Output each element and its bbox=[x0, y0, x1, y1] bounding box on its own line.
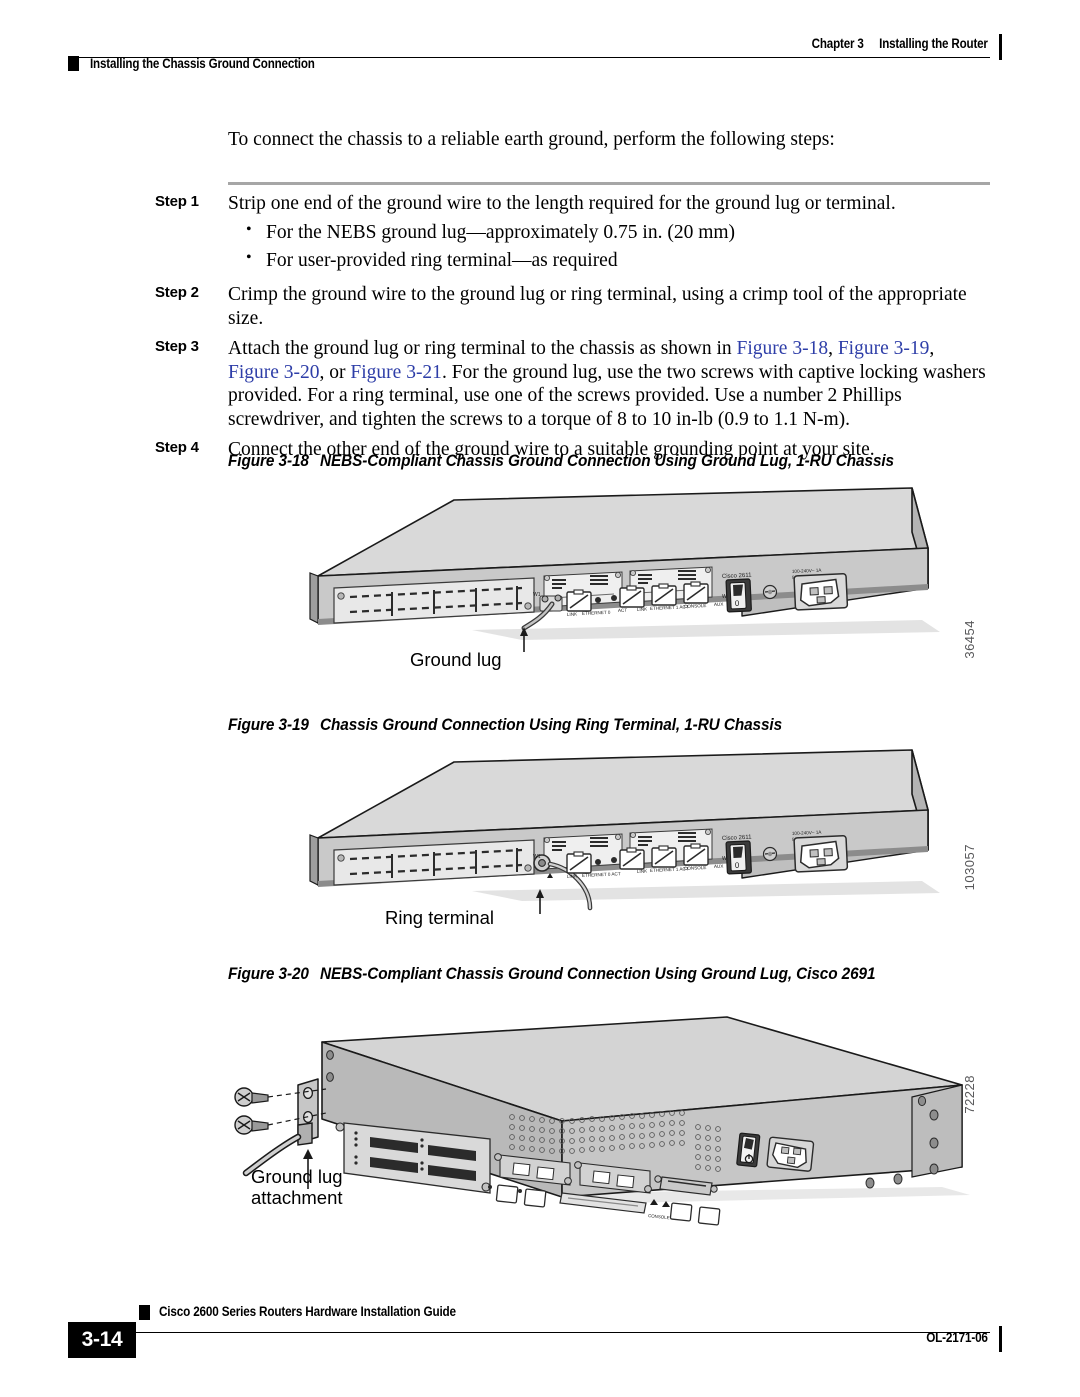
step-item: Step 1 Strip one end of the ground wire … bbox=[0, 192, 1080, 277]
figure-art-number: 72228 bbox=[962, 1075, 977, 1114]
figure-caption: Figure 3-18 NEBS-Compliant Chassis Ground… bbox=[228, 452, 894, 471]
header-change-bar bbox=[999, 34, 1002, 60]
figure-caption: Figure 3-20 NEBS-Compliant Chassis Ground… bbox=[228, 965, 876, 984]
cross-reference-figure-3-20[interactable]: Figure 3-20 bbox=[228, 362, 320, 383]
cross-reference-figure-3-18[interactable]: Figure 3-18 bbox=[737, 338, 829, 359]
step-label: Step 3 bbox=[155, 337, 199, 355]
footer-divider bbox=[68, 1332, 990, 1333]
figure-artwork-1ru-ground-lug: LINK ETHERNET 0 ACT LINK ETHERNET 1 ACT … bbox=[222, 480, 942, 670]
figure-number: Figure 3-19 bbox=[228, 716, 309, 734]
figure-title: NEBS-Compliant Chassis Ground Connection… bbox=[320, 965, 876, 983]
svg-text:LINK: LINK bbox=[567, 873, 578, 879]
intro-paragraph: To connect the chassis to a reliable ear… bbox=[228, 129, 835, 150]
figure-number: Figure 3-20 bbox=[228, 965, 309, 983]
svg-text:ETHERNET 0 ACT: ETHERNET 0 ACT bbox=[582, 871, 621, 878]
steps-divider bbox=[228, 182, 990, 185]
square-bullet-icon bbox=[139, 1305, 150, 1320]
footer-document-title: Cisco 2600 Series Routers Hardware Insta… bbox=[159, 1304, 456, 1319]
port-label-act: ACT bbox=[618, 608, 628, 613]
square-bullet-icon bbox=[68, 56, 79, 71]
slot-label-w1: W1 bbox=[533, 592, 541, 598]
port-label-console: CONSOLE bbox=[684, 603, 707, 609]
port-label-ethernet-0: ETHERNET 0 bbox=[582, 610, 611, 616]
step-text-segment: , or bbox=[319, 361, 351, 383]
header-section: Installing the Chassis Ground Connection bbox=[68, 56, 351, 71]
header-chapter-title: Installing the Router bbox=[879, 36, 988, 51]
port-label-link-2: LINK bbox=[637, 606, 648, 612]
callout-line-1: Ground lug bbox=[251, 1166, 343, 1187]
figure-3-20: Figure 3-20 NEBS-Compliant Chassis Ground… bbox=[0, 965, 1080, 1255]
step-text: Crimp the ground wire to the ground lug … bbox=[228, 284, 967, 330]
figure-art-number: 36454 bbox=[962, 620, 977, 659]
svg-text:AUX: AUX bbox=[714, 864, 724, 869]
step-text: Strip one end of the ground wire to the … bbox=[228, 193, 896, 214]
cross-reference-figure-3-19[interactable]: Figure 3-19 bbox=[838, 338, 930, 359]
header-section-title: Installing the Chassis Ground Connection bbox=[90, 56, 315, 71]
step-text-segment: , bbox=[929, 337, 935, 359]
callout-line-2: attachment bbox=[251, 1186, 343, 1208]
figure-callout-ground-lug: Ground lug bbox=[410, 649, 502, 670]
header-chapter-number: Chapter 3 bbox=[811, 36, 864, 51]
figure-callout-ring-terminal: Ring terminal bbox=[385, 907, 494, 928]
port-label-link: LINK bbox=[567, 611, 578, 617]
figure-number: Figure 3-18 bbox=[228, 452, 309, 470]
step-content: Attach the ground lug or ring terminal t… bbox=[228, 337, 990, 432]
figure-title: Chassis Ground Connection Using Ring Ter… bbox=[320, 716, 783, 734]
step-label: Step 1 bbox=[155, 193, 199, 210]
port-label-aux: AUX bbox=[714, 602, 724, 607]
step-item: Step 2 Crimp the ground wire to the grou… bbox=[0, 283, 1080, 331]
page-footer: 3-14 Cisco 2600 Series Routers Hardware … bbox=[0, 1300, 1080, 1397]
bullet-item: For user-provided ring terminal—as requi… bbox=[228, 247, 990, 274]
bullet-item: For the NEBS ground lug—approximately 0.… bbox=[228, 219, 990, 246]
figure-3-19: Figure 3-19 Chassis Ground Connection Usi… bbox=[0, 716, 1080, 956]
figure-callout-ground-lug-attachment: Ground lug attachment bbox=[251, 1166, 343, 1208]
step-content: Strip one end of the ground wire to the … bbox=[228, 192, 990, 277]
step-bullet-list: For the NEBS ground lug—approximately 0.… bbox=[228, 219, 990, 274]
step-label: Step 2 bbox=[155, 284, 199, 302]
steps-list: Step 1 Strip one end of the ground wire … bbox=[0, 192, 1080, 468]
header-chapter-info: Chapter 3 Installing the Router bbox=[812, 36, 988, 51]
svg-text:CONSOLE: CONSOLE bbox=[684, 865, 707, 871]
step-content: Crimp the ground wire to the ground lug … bbox=[228, 283, 990, 331]
cross-reference-figure-3-21[interactable]: Figure 3-21 bbox=[350, 362, 442, 383]
step-text-segment: , bbox=[828, 337, 838, 359]
footer-document-id: OL-2171-06 bbox=[926, 1330, 988, 1345]
figure-3-18: Figure 3-18 NEBS-Compliant Chassis Ground… bbox=[0, 452, 1080, 702]
svg-text:W1: W1 bbox=[533, 854, 541, 860]
figure-title: NEBS-Compliant Chassis Ground Connection… bbox=[320, 452, 894, 470]
page-header: Chapter 3 Installing the Router Installin… bbox=[0, 0, 1080, 80]
figure-artwork-1ru-ring-terminal: LINK ETHERNET 0 ACT LINK ETHERNET 1 ACT … bbox=[222, 746, 942, 931]
document-page: Chapter 3 Installing the Router Installin… bbox=[0, 0, 1080, 1397]
footer-change-bar bbox=[999, 1326, 1002, 1352]
step-item: Step 3 Attach the ground lug or ring ter… bbox=[0, 337, 1080, 432]
page-number-badge: 3-14 bbox=[68, 1322, 136, 1358]
figure-art-number: 103057 bbox=[962, 844, 977, 891]
step-text-segment: Attach the ground lug or ring terminal t… bbox=[228, 337, 737, 359]
svg-text:LINK: LINK bbox=[637, 868, 648, 874]
figure-caption: Figure 3-19 Chassis Ground Connection Usi… bbox=[228, 716, 782, 735]
